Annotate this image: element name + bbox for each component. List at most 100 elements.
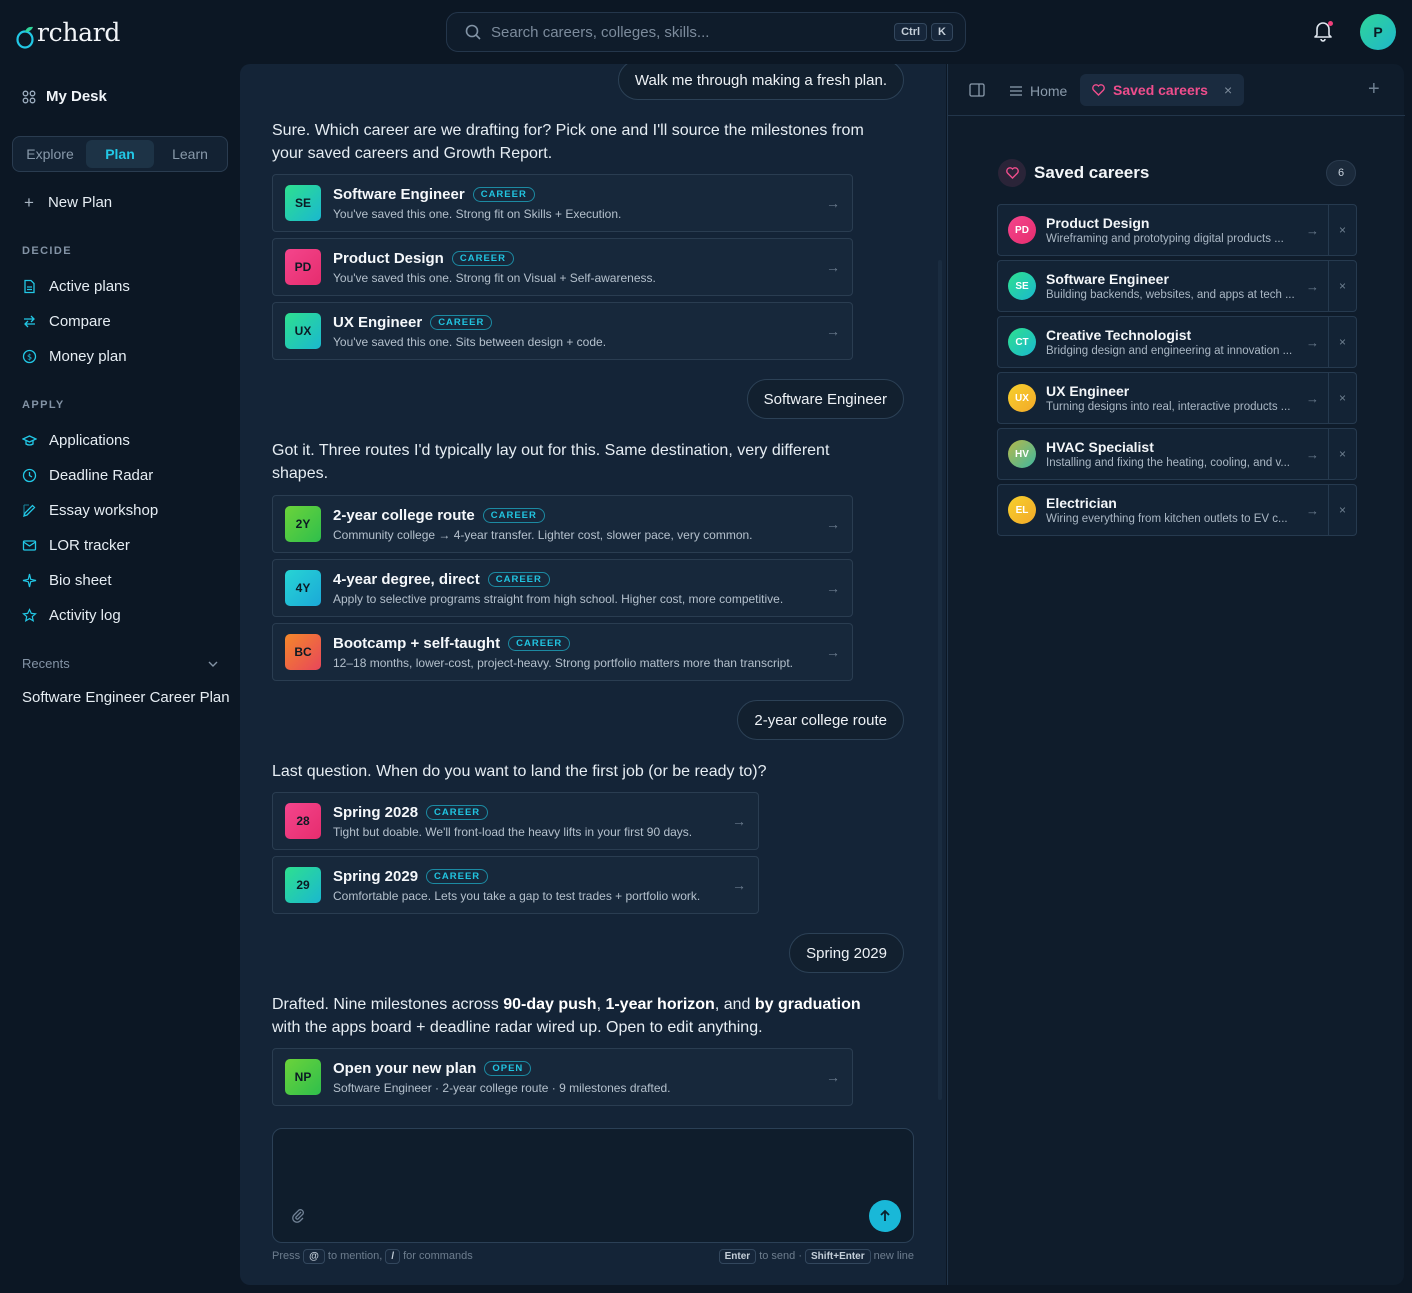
user-avatar[interactable]: P — [1360, 14, 1396, 50]
my-desk-link[interactable]: My Desk — [22, 88, 107, 105]
saved-career-item[interactable]: CT Creative Technologist Bridging design … — [997, 316, 1357, 368]
send-button[interactable] — [869, 1200, 901, 1232]
saved-career-item[interactable]: SE Software Engineer Building backends, w… — [997, 260, 1357, 312]
career-option-card[interactable]: SE Software Engineer CAREER You've saved t… — [272, 174, 853, 232]
saved-careers-header: Saved careers 6 — [998, 159, 1356, 187]
remove-saved-button[interactable]: × — [1328, 317, 1356, 367]
assistant-message: Drafted. Nine milestones across 90-day p… — [272, 996, 861, 1036]
card-badge: 28 — [285, 803, 321, 839]
assistant-message: Got it. Three routes I'd typically lay o… — [272, 442, 830, 482]
tab-learn[interactable]: Learn — [156, 140, 224, 168]
composer-hints: Press @ to mention, / for commands Enter to s… — [272, 1249, 914, 1264]
route-option-card[interactable]: 4Y 4-year degree, direct CAREER Apply to s… — [272, 559, 853, 617]
sidebar-item-bio-sheet[interactable]: Bio sheet — [22, 572, 112, 589]
document-icon — [24, 279, 35, 294]
user-message: Spring 2029 — [789, 933, 904, 973]
career-avatar: CT — [1008, 328, 1036, 356]
sidebar-item-deadline-radar[interactable]: Deadline Radar — [22, 467, 153, 484]
arrow-right-icon: → — [826, 644, 840, 660]
recent-item[interactable]: Software Engineer Career Plan — [22, 689, 230, 706]
arrow-right-icon: → — [1306, 390, 1319, 406]
arrow-right-icon: → — [826, 259, 840, 275]
remove-saved-button[interactable]: × — [1328, 429, 1356, 479]
section-label-apply: APPLY — [22, 399, 65, 411]
sidebar-item-compare[interactable]: Compare — [22, 313, 111, 330]
saved-career-item[interactable]: PD Product Design Wireframing and prototy… — [997, 204, 1357, 256]
global-search[interactable]: Ctrl K — [446, 12, 966, 52]
card-badge: UX — [285, 313, 321, 349]
remove-saved-button[interactable]: × — [1328, 373, 1356, 423]
saved-career-item[interactable]: UX UX Engineer Turning designs into real,… — [997, 372, 1357, 424]
add-tab-button[interactable]: + — [1368, 78, 1380, 101]
career-option-card[interactable]: PD Product Design CAREER You've saved this… — [272, 238, 853, 296]
tab-explore[interactable]: Explore — [16, 140, 84, 168]
sparkles-icon — [22, 573, 37, 588]
chat-scrollbar[interactable] — [938, 260, 942, 1100]
card-tag: CAREER — [451, 251, 514, 266]
sidebar-item-lor-tracker[interactable]: LOR tracker — [22, 537, 130, 554]
timeline-option-card[interactable]: 29 Spring 2029 CAREER Comfortable pace. Le… — [272, 856, 759, 914]
tab-saved-careers[interactable]: Saved careers × — [1080, 74, 1245, 106]
arrow-right-icon: → — [826, 580, 840, 596]
search-input[interactable] — [491, 23, 871, 41]
chat-panel: Walk me through making a fresh plan. Sur… — [240, 64, 946, 1285]
tab-plan[interactable]: Plan — [86, 140, 154, 168]
notifications-button[interactable] — [1313, 20, 1333, 47]
sidebar-item-active-plans[interactable]: Active plans — [22, 278, 130, 295]
route-option-card[interactable]: 2Y 2-year college route CAREER Community c… — [272, 495, 853, 553]
career-avatar: PD — [1008, 216, 1036, 244]
career-avatar: SE — [1008, 272, 1036, 300]
arrow-right-icon: → — [826, 323, 840, 339]
swap-arrows-icon — [24, 315, 35, 328]
sidebar: My Desk Explore Plan Learn + New Plan DE… — [0, 64, 240, 1293]
sidebar-item-activity-log[interactable]: Activity log — [22, 607, 121, 624]
career-option-card[interactable]: UX UX Engineer CAREER You've saved this on… — [272, 302, 853, 360]
user-message: Walk me through making a fresh plan. — [617, 64, 904, 100]
saved-count-badge: 6 — [1326, 160, 1356, 186]
remove-saved-button[interactable]: × — [1328, 261, 1356, 311]
chevron-down-icon — [208, 661, 218, 667]
toggle-panel-button[interactable] — [969, 83, 985, 102]
card-tag: CAREER — [482, 508, 545, 523]
timeline-option-card[interactable]: 28 Spring 2028 CAREER Tight but doable. We… — [272, 792, 759, 850]
attach-button[interactable] — [291, 1207, 305, 1228]
message-input[interactable] — [289, 1141, 889, 1201]
career-avatar: HV — [1008, 440, 1036, 468]
panel-tabs: Home Saved careers × + — [948, 64, 1405, 116]
saved-career-item[interactable]: EL Electrician Wiring everything from kit… — [997, 484, 1357, 536]
pencil-icon — [22, 504, 36, 518]
mail-icon — [22, 540, 37, 551]
saved-career-item[interactable]: HV HVAC Specialist Installing and fixing … — [997, 428, 1357, 480]
arrow-right-icon: → — [1306, 334, 1319, 350]
remove-saved-button[interactable]: × — [1328, 205, 1356, 255]
message-composer — [272, 1128, 914, 1243]
card-tag: CAREER — [426, 805, 489, 820]
svg-text:$: $ — [27, 353, 32, 362]
right-panel: Home Saved careers × + Saved careers 6 P… — [947, 64, 1405, 1285]
saved-careers-title: Saved careers — [1034, 163, 1150, 182]
career-avatar: EL — [1008, 496, 1036, 524]
sidebar-item-applications[interactable]: Applications — [22, 432, 130, 449]
graduation-cap-icon — [22, 435, 37, 446]
arrow-right-icon: → — [826, 516, 840, 532]
sidebar-panel-icon — [969, 83, 985, 97]
star-icon — [22, 608, 37, 623]
route-option-card[interactable]: BC Bootcamp + self-taught CAREER 12–18 mon… — [272, 623, 853, 681]
card-badge: PD — [285, 249, 321, 285]
user-message: 2-year college route — [737, 700, 904, 740]
arrow-right-icon: → — [1306, 222, 1319, 238]
paperclip-icon — [292, 1209, 304, 1223]
arrow-right-icon: → — [826, 195, 840, 211]
sidebar-item-money-plan[interactable]: $ Money plan — [22, 348, 127, 365]
remove-saved-button[interactable]: × — [1328, 485, 1356, 535]
open-plan-card[interactable]: NP Open your new plan OPEN Software Engine… — [272, 1048, 853, 1106]
arrow-right-icon: → — [732, 877, 746, 893]
sidebar-item-essay-workshop[interactable]: Essay workshop — [22, 502, 158, 519]
search-icon — [465, 24, 481, 40]
recents-header[interactable]: Recents — [22, 656, 218, 671]
card-tag: CAREER — [430, 315, 493, 330]
tab-home[interactable]: Home — [1010, 83, 1067, 99]
orchard-logo[interactable]: rchard — [16, 18, 120, 49]
close-tab-icon[interactable]: × — [1224, 82, 1232, 98]
new-plan-button[interactable]: + New Plan — [24, 194, 112, 212]
